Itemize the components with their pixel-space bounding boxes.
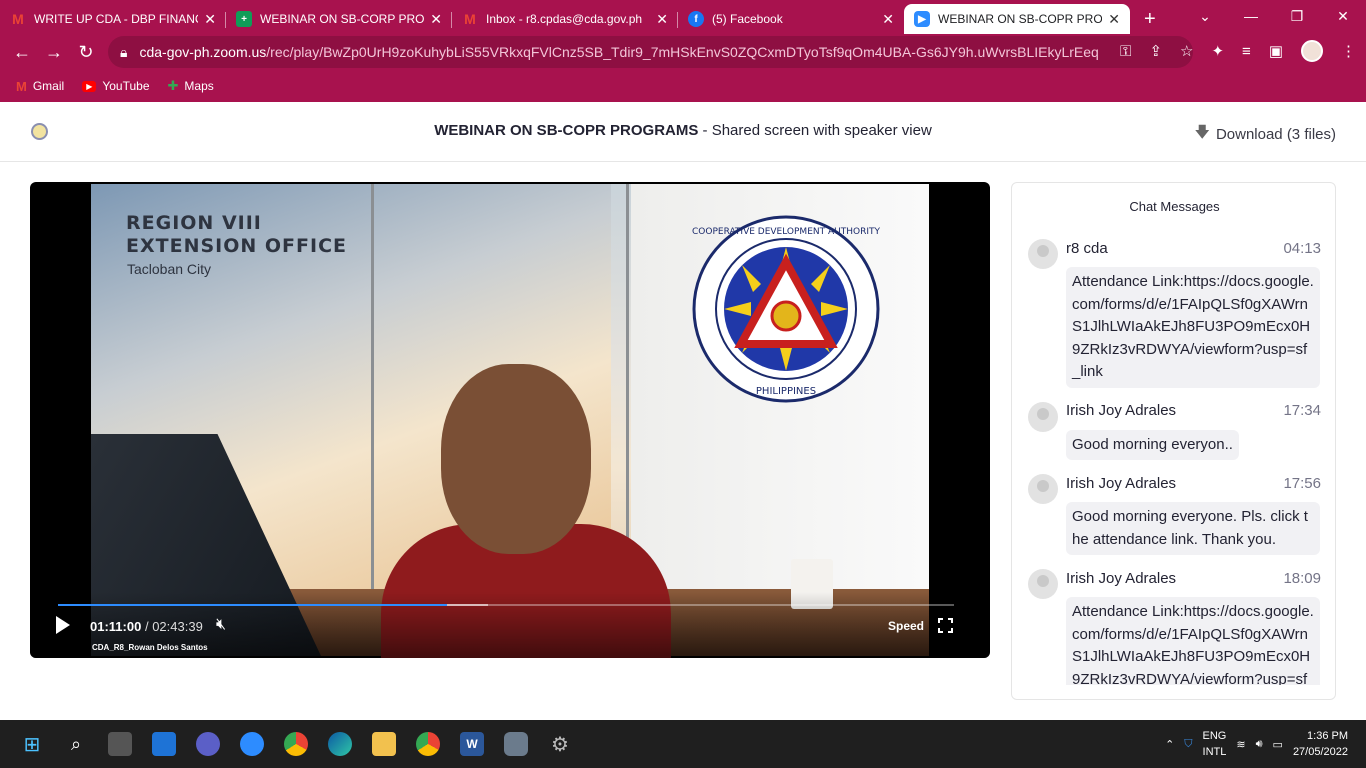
- tab-strip: M WRITE UP CDA - DBP FINANCING ✕ + WEBIN…: [0, 0, 1366, 34]
- restore-icon[interactable]: ❐: [1274, 0, 1320, 34]
- browser-tab[interactable]: + WEBINAR ON SB-CORP PROGRAMS ✕: [226, 4, 452, 34]
- avatar: [1028, 569, 1058, 599]
- minimize-icon[interactable]: —: [1228, 0, 1274, 34]
- chevron-up-icon[interactable]: ⌃: [1165, 738, 1174, 751]
- gmail-icon: M: [12, 11, 24, 27]
- taskbar: ⊞ ⌕ W ⚙ ⌃ ⛉ ENG INTL ≋ 🔊︎ ▭ 1:36 PM 27/05/…: [0, 720, 1366, 768]
- security-shield-icon[interactable]: ⛉: [1184, 738, 1192, 751]
- bookmark-maps[interactable]: ✚ Maps: [168, 78, 214, 94]
- city-label: Tacloban City: [127, 261, 212, 277]
- chat-message: Irish Joy Adrales 17:56 Good morning ever…: [1012, 470, 1335, 555]
- search-icon[interactable]: ⌕: [64, 732, 88, 756]
- played-bar: [58, 604, 447, 606]
- edge-icon[interactable]: [328, 732, 352, 756]
- wifi-icon[interactable]: ≋: [1236, 738, 1245, 751]
- bookmarks-bar: M Gmail ▶ YouTube ✚ Maps: [0, 70, 1366, 102]
- extensions-icon[interactable]: ✦: [1211, 42, 1224, 60]
- media-icon[interactable]: ≡: [1242, 43, 1251, 60]
- video-player[interactable]: REGION VIII EXTENSION OFFICE Tacloban Ci…: [30, 182, 990, 658]
- lock-icon: 🔒︎: [120, 43, 128, 60]
- battery-icon[interactable]: ▭: [1273, 738, 1283, 751]
- zoom-app-icon[interactable]: [240, 732, 264, 756]
- speed-button[interactable]: Speed: [888, 619, 924, 633]
- close-icon[interactable]: ✕: [656, 11, 668, 28]
- teams-chat-icon[interactable]: [196, 732, 220, 756]
- side-panel-icon[interactable]: ▣: [1269, 42, 1283, 60]
- tab-search-icon[interactable]: ⌄: [1182, 0, 1228, 34]
- task-view-icon[interactable]: [108, 732, 132, 756]
- close-icon[interactable]: ✕: [204, 11, 216, 28]
- chrome-profile-icon[interactable]: [416, 732, 440, 756]
- play-button[interactable]: [56, 616, 70, 634]
- menu-icon[interactable]: ⋮: [1341, 42, 1356, 60]
- download-button[interactable]: 🡇 Download (3 files): [1195, 122, 1336, 147]
- browser-tab[interactable]: f (5) Facebook ✕: [678, 4, 904, 34]
- chat-message: Irish Joy Adrales 17:34 Good morning ever…: [1012, 398, 1335, 460]
- forward-icon[interactable]: →: [38, 42, 70, 63]
- bookmark-youtube[interactable]: ▶ YouTube: [82, 79, 150, 93]
- avatar: [1028, 239, 1058, 269]
- browser-toolbar: ← → ↻ 🔒︎ cda-gov-ph.zoom.us/rec/play/BwZ…: [0, 34, 1366, 70]
- gmail-icon: M: [464, 11, 476, 27]
- key-icon[interactable]: ⚿: [1120, 43, 1131, 60]
- sheets-icon: +: [236, 11, 252, 27]
- seek-bar[interactable]: [58, 604, 954, 606]
- facebook-icon: f: [688, 11, 704, 27]
- recording-header: WEBINAR ON SB-COPR PROGRAMS - Shared scr…: [0, 102, 1366, 162]
- browser-tab[interactable]: M Inbox - r8.cpdas@cda.gov.ph ✕: [452, 4, 678, 34]
- language-indicator[interactable]: ENG INTL: [1203, 728, 1227, 760]
- chat-panel: Chat Messages r8 cda 04:13 Attendance Lin…: [1011, 182, 1336, 700]
- close-window-icon[interactable]: ✕: [1320, 0, 1366, 34]
- maps-icon: ✚: [167, 78, 179, 93]
- avatar: [1028, 474, 1058, 504]
- zoom-icon: ▶: [914, 11, 930, 27]
- page-title: WEBINAR ON SB-COPR PROGRAMS - Shared scr…: [434, 122, 932, 139]
- profile-avatar[interactable]: [1301, 40, 1323, 62]
- camera-icon[interactable]: [504, 732, 528, 756]
- volume-icon[interactable]: 🔊︎: [1256, 738, 1263, 751]
- region-heading: REGION VIII EXTENSION OFFICE: [126, 212, 347, 257]
- download-icon: 🡇: [1194, 124, 1210, 141]
- mute-icon[interactable]: 🔇︎: [216, 616, 226, 634]
- chat-message-list[interactable]: r8 cda 04:13 Attendance Link:https://docs…: [1012, 235, 1335, 685]
- clock[interactable]: 1:36 PM 27/05/2022: [1293, 728, 1348, 760]
- back-icon[interactable]: ←: [6, 42, 38, 63]
- url-host: cda-gov-ph.zoom.us: [139, 44, 267, 60]
- cda-seal: COOPERATIVE DEVELOPMENT AUTHORITY PHILIP…: [692, 215, 880, 403]
- bookmark-star-icon[interactable]: ☆: [1180, 42, 1193, 60]
- url-path: /rec/play/BwZp0UrH9zoKuhybLiS55VRkxqFVlC…: [266, 44, 1100, 60]
- window-controls: ⌄ — ❐ ✕: [1182, 0, 1366, 34]
- seal-text: PHILIPPINES: [756, 386, 816, 397]
- close-icon[interactable]: ✕: [1108, 11, 1120, 28]
- share-icon[interactable]: ⇪: [1149, 42, 1162, 60]
- chrome-icon[interactable]: [284, 732, 308, 756]
- close-icon[interactable]: ✕: [430, 11, 442, 28]
- address-bar[interactable]: 🔒︎ cda-gov-ph.zoom.us/rec/play/BwZp0UrH9…: [108, 36, 1193, 68]
- close-icon[interactable]: ✕: [882, 11, 894, 28]
- browser-tab-active[interactable]: ▶ WEBINAR ON SB-COPR PROGRAMS ✕: [904, 4, 1130, 34]
- fullscreen-icon[interactable]: [937, 617, 954, 634]
- browser-tab[interactable]: M WRITE UP CDA - DBP FINANCING ✕: [0, 4, 226, 34]
- seal-text: COOPERATIVE DEVELOPMENT AUTHORITY: [692, 227, 880, 237]
- windows-start-icon[interactable]: ⊞: [20, 732, 44, 756]
- new-tab-button[interactable]: +: [1130, 4, 1170, 34]
- avatar: [1028, 401, 1058, 432]
- word-icon[interactable]: W: [460, 732, 484, 756]
- widgets-icon[interactable]: [152, 732, 176, 756]
- youtube-icon: ▶: [82, 80, 97, 92]
- system-tray: ⌃ ⛉ ENG INTL ≋ 🔊︎ ▭ 1:36 PM 27/05/2022: [1165, 728, 1348, 760]
- chat-message: r8 cda 04:13 Attendance Link:https://docs…: [1012, 235, 1335, 388]
- video-frame: REGION VIII EXTENSION OFFICE Tacloban Ci…: [91, 184, 929, 658]
- gmail-icon: M: [16, 78, 27, 94]
- reload-icon[interactable]: ↻: [70, 42, 102, 63]
- settings-gear-icon[interactable]: ⚙: [548, 732, 572, 756]
- speaker-name-caption: CDA_R8_Rowan Delos Santos: [92, 643, 208, 652]
- chat-message: Irish Joy Adrales 18:09 Attendance Link:h…: [1012, 565, 1335, 685]
- chat-title: Chat Messages: [1129, 199, 1220, 214]
- time-display: 01:11:00 / 02:43:39: [90, 619, 203, 634]
- file-explorer-icon[interactable]: [372, 732, 396, 756]
- bookmark-gmail[interactable]: M Gmail: [16, 79, 64, 94]
